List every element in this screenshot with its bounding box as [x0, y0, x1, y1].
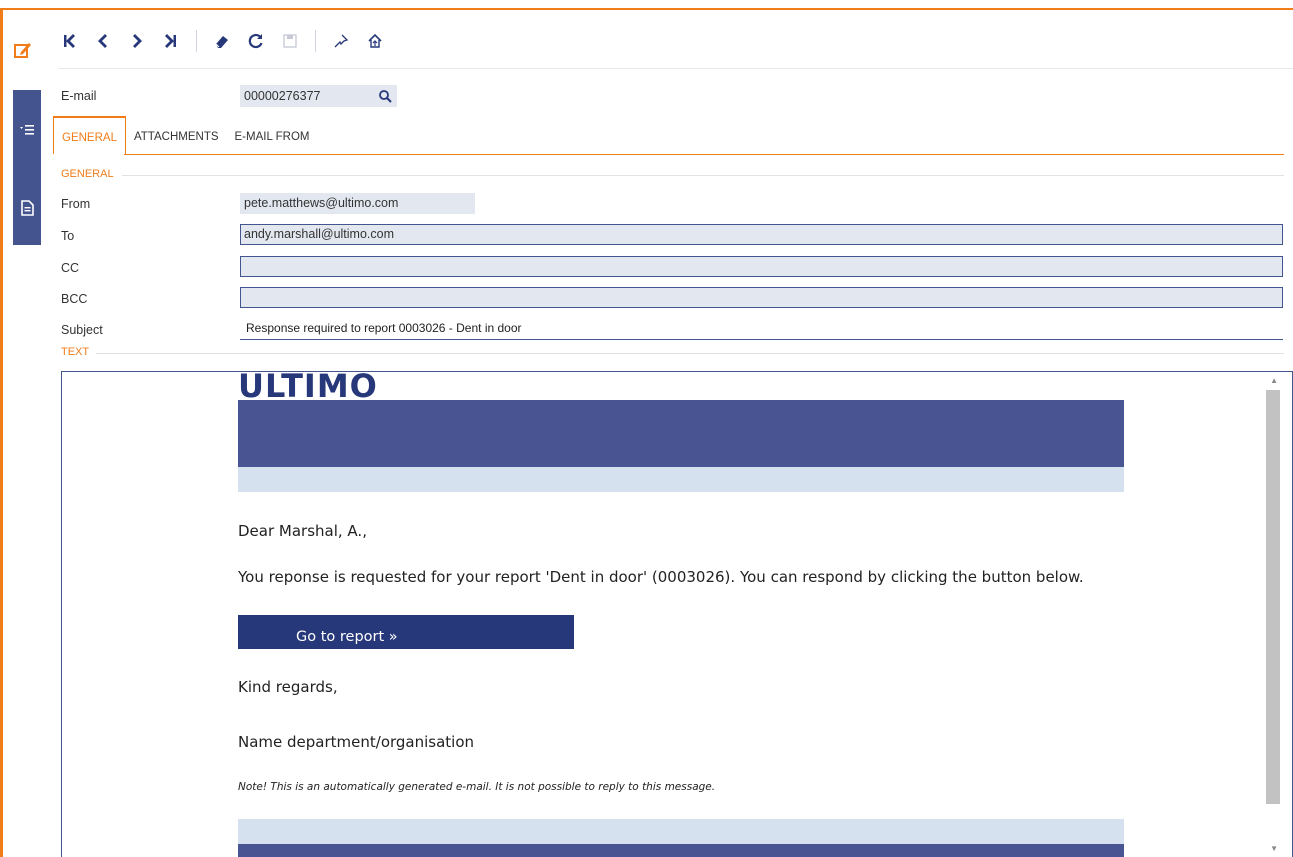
email-body-editor[interactable]: ULTIMO Dear Marshal, A., You reponse is …	[61, 371, 1293, 857]
subject-label: Subject	[61, 323, 103, 337]
email-closing: Kind regards,	[238, 678, 338, 696]
cc-field[interactable]	[240, 256, 1283, 277]
scrollbar-thumb[interactable]	[1266, 390, 1280, 804]
pin-icon[interactable]	[330, 30, 352, 52]
eraser-icon[interactable]	[211, 30, 233, 52]
bcc-label: BCC	[61, 292, 88, 306]
section-text-heading: TEXT	[61, 346, 90, 358]
email-key-label: E-mail	[61, 89, 97, 103]
save-icon	[279, 30, 301, 52]
last-record-icon[interactable]	[160, 30, 182, 52]
toolbar-separator	[315, 30, 316, 52]
from-field: pete.matthews@ultimo.com	[240, 193, 475, 214]
email-band	[238, 467, 1124, 492]
email-signature: Name department/organisation	[238, 733, 475, 751]
to-field[interactable]: andy.marshall@ultimo.com	[240, 224, 1283, 245]
tab-underline	[124, 154, 1284, 155]
email-footer-bar	[238, 844, 1124, 857]
scroll-up-icon[interactable]: ▲	[1270, 376, 1278, 385]
collapse-menu-icon[interactable]	[19, 122, 35, 138]
first-record-icon[interactable]	[58, 30, 80, 52]
previous-record-icon[interactable]	[92, 30, 114, 52]
email-footer-band	[238, 819, 1124, 844]
cc-label: CC	[61, 261, 80, 275]
to-label: To	[61, 229, 75, 243]
bcc-field[interactable]	[240, 287, 1283, 308]
side-panel	[13, 90, 41, 245]
window-top-border	[0, 8, 1293, 10]
section-general-heading: GENERAL	[61, 168, 114, 180]
document-icon[interactable]	[19, 200, 35, 216]
section-divider	[122, 175, 1284, 176]
subject-field[interactable]: Response required to report 0003026 - De…	[240, 318, 1283, 340]
from-label: From	[61, 197, 91, 211]
tab-general[interactable]: GENERAL	[53, 116, 126, 154]
ultimo-logo: ULTIMO	[238, 372, 378, 402]
edit-icon[interactable]	[13, 40, 33, 60]
toolbar-separator	[196, 30, 197, 52]
tab-bar: GENERAL ATTACHMENTS E-MAIL FROM	[53, 116, 317, 154]
email-greeting: Dear Marshal, A.,	[238, 522, 367, 540]
go-to-report-button[interactable]: Go to report »	[238, 615, 574, 649]
refresh-icon[interactable]	[245, 30, 267, 52]
section-divider	[96, 353, 1284, 354]
email-banner	[238, 400, 1124, 467]
home-icon[interactable]	[364, 30, 386, 52]
search-icon[interactable]	[378, 89, 392, 103]
toolbar	[58, 26, 398, 56]
email-message: You reponse is requested for your report…	[238, 568, 1084, 586]
scroll-down-icon[interactable]: ▼	[1270, 844, 1278, 853]
email-key-field[interactable]: 00000276377	[240, 85, 397, 107]
next-record-icon[interactable]	[126, 30, 148, 52]
tab-attachments[interactable]: ATTACHMENTS	[126, 116, 227, 154]
tab-email-from[interactable]: E-MAIL FROM	[227, 116, 318, 154]
email-note: Note! This is an automatically generated…	[238, 781, 716, 793]
toolbar-divider	[58, 68, 1293, 69]
